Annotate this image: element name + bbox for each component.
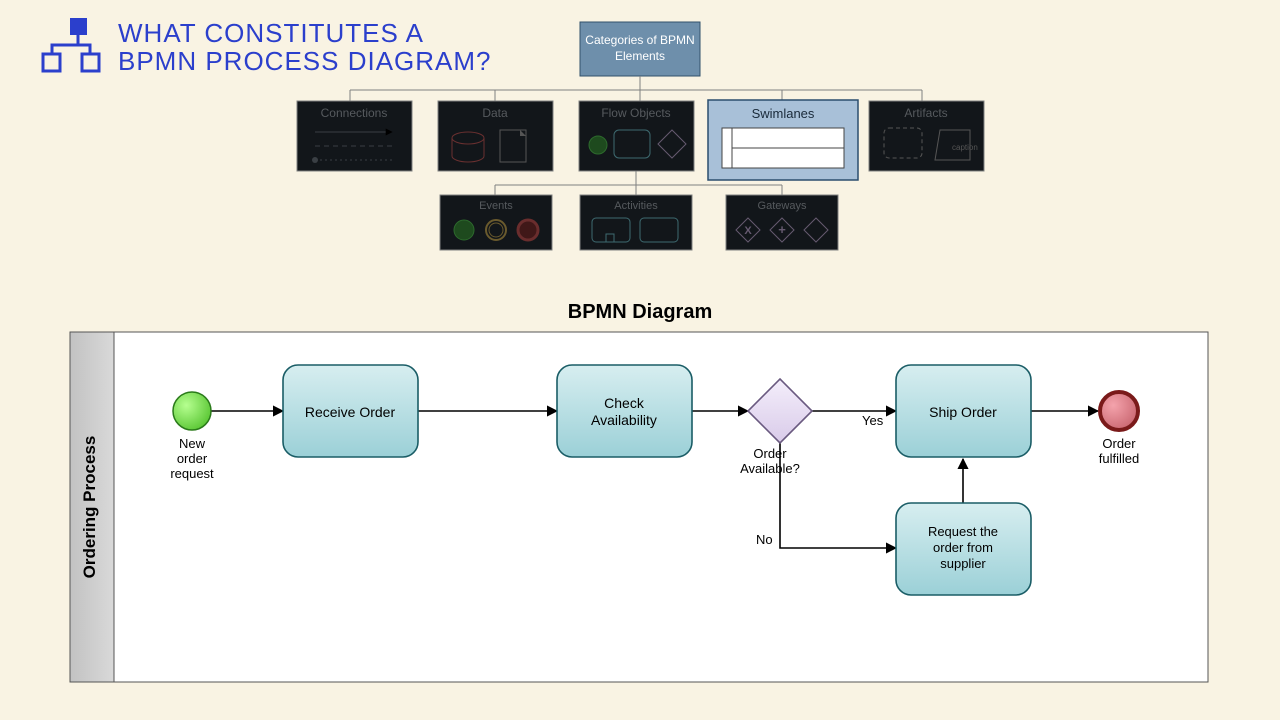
- tree-card-activities: Activities: [580, 195, 692, 250]
- task-label: Ship Order: [929, 404, 997, 420]
- tree-card-label: Gateways: [758, 200, 807, 212]
- svg-text:Request the: Request the: [928, 524, 998, 539]
- svg-text:order from: order from: [933, 540, 993, 555]
- tree-card-label: Artifacts: [904, 106, 947, 120]
- svg-text:order: order: [177, 451, 208, 466]
- page-title-line2: BPMN PROCESS DIAGRAM?: [118, 46, 492, 76]
- diagram-title: BPMN Diagram: [568, 301, 712, 323]
- edge-label-no: No: [756, 532, 773, 547]
- task-ship-order: Ship Order: [896, 365, 1031, 457]
- tree-root-line2: Elements: [615, 49, 665, 63]
- svg-text:fulfilled: fulfilled: [1099, 451, 1139, 466]
- tree-card-label: Data: [482, 106, 508, 120]
- tree-card-data: Data: [438, 101, 553, 171]
- tree-card-label: Events: [479, 200, 513, 212]
- tree-card-flowobjects: Flow Objects: [579, 101, 694, 171]
- svg-text:Order: Order: [753, 446, 787, 461]
- svg-text:caption: caption: [952, 143, 978, 152]
- svg-text:supplier: supplier: [940, 556, 986, 571]
- tree-root-line1: Categories of BPMN: [585, 33, 694, 47]
- logo-icon: [43, 18, 99, 71]
- svg-text:Available?: Available?: [740, 461, 800, 476]
- tree-card-label: Activities: [614, 200, 658, 212]
- lane-name: Ordering Process: [80, 436, 99, 579]
- svg-text:New: New: [179, 436, 206, 451]
- tree-card-label: Swimlanes: [752, 106, 815, 121]
- svg-text:X: X: [744, 225, 752, 237]
- edge-label-yes: Yes: [862, 413, 884, 428]
- task-request-supplier: Request the order from supplier: [896, 503, 1031, 595]
- tree-card-artifacts: Artifacts caption: [869, 101, 984, 171]
- page-title-line1: WHAT CONSTITUTES A: [118, 18, 424, 48]
- task-check-availability: Check Availability: [557, 365, 692, 457]
- svg-text:request: request: [170, 466, 214, 481]
- svg-text:Availability: Availability: [591, 412, 657, 428]
- tree-card-events: Events: [440, 195, 552, 250]
- svg-text:+: +: [778, 222, 786, 237]
- tree-card-connections: Connections: [297, 101, 412, 171]
- tree-card-label: Connections: [321, 106, 388, 120]
- task-receive-order: Receive Order: [283, 365, 418, 457]
- tree-card-label: Flow Objects: [601, 106, 670, 120]
- task-label: Receive Order: [305, 404, 396, 420]
- svg-text:Check: Check: [604, 395, 645, 411]
- tree-card-swimlanes: Swimlanes: [708, 100, 858, 180]
- svg-text:Order: Order: [1102, 436, 1136, 451]
- tree-card-gateways: Gateways X +: [726, 195, 838, 250]
